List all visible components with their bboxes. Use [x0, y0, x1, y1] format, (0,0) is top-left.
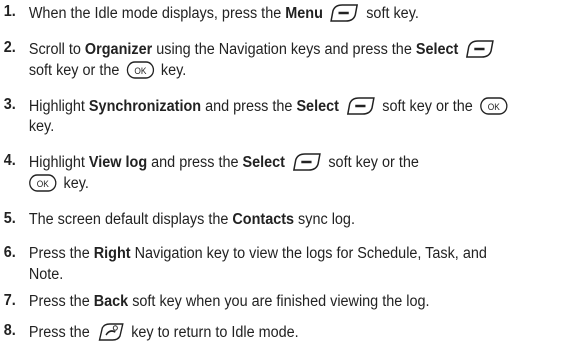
step-text: Note.	[28, 266, 64, 283]
step-number: 4.	[3, 152, 16, 169]
step-bold-text: Organizer	[84, 41, 153, 58]
step-text: Press the	[28, 293, 94, 310]
step-text: Highlight	[28, 154, 89, 171]
step-text: key to return to Idle mode.	[127, 324, 299, 341]
ok-key-icon: OK	[29, 174, 57, 192]
ok-key-icon: OK	[479, 97, 508, 115]
step-number: 3.	[3, 96, 16, 113]
step-text: Press the	[28, 324, 94, 341]
step-text: sync log.	[294, 211, 355, 228]
step-bold-text: Contacts	[232, 211, 295, 228]
left-soft-key-icon	[346, 97, 375, 115]
left-soft-key-icon	[330, 4, 359, 22]
step-text: key.	[156, 62, 187, 79]
step-bold-text: Back	[93, 293, 129, 310]
step-text: The screen default displays the	[28, 211, 233, 228]
step-number: 5.	[3, 210, 16, 227]
step-bold-text: View log	[88, 154, 148, 171]
step-bold-text: Select	[415, 41, 459, 58]
step-text: and press the	[147, 154, 243, 171]
step-number: 2.	[3, 39, 16, 56]
step-text: soft key or the	[28, 62, 124, 79]
step-number: 8.	[3, 322, 16, 339]
left-soft-key-icon	[466, 40, 494, 58]
step-bold-text: Menu	[285, 5, 323, 22]
step-text: soft key or the	[378, 98, 477, 115]
step-text: Highlight	[28, 98, 89, 115]
ok-key-label: OK	[134, 66, 146, 76]
step-text: and press the	[201, 98, 297, 115]
step-text: using the Navigation keys and press the	[152, 41, 416, 58]
step-bold-text: Right	[93, 245, 131, 262]
step-bold-text: Select	[242, 154, 285, 171]
step-text: When the Idle mode displays, press the	[28, 5, 286, 22]
step-text: soft key when you are finished viewing t…	[128, 293, 430, 310]
step-bold-text: Synchronization	[88, 98, 202, 115]
left-soft-key-icon	[292, 153, 321, 171]
step-text: key.	[59, 175, 89, 192]
ok-key-icon: OK	[126, 61, 154, 79]
step-number: 7.	[3, 292, 16, 309]
end-power-key-icon	[98, 323, 124, 341]
instruction-list: 1. When the Idle mode displays, press th…	[0, 0, 538, 345]
step-text: Scroll to	[28, 41, 85, 58]
step-text: soft key or the	[324, 154, 419, 171]
step-text: Press the	[28, 245, 94, 262]
step-number: 6.	[3, 244, 16, 261]
step-text: key.	[28, 118, 55, 135]
step-text: Navigation key to view the logs for Sche…	[130, 245, 487, 262]
ok-key-label: OK	[37, 179, 49, 189]
step-bold-text: Select	[296, 98, 339, 115]
ok-key-label: OK	[488, 102, 500, 112]
step-number: 1.	[3, 3, 16, 20]
step-text: soft key.	[362, 5, 419, 22]
